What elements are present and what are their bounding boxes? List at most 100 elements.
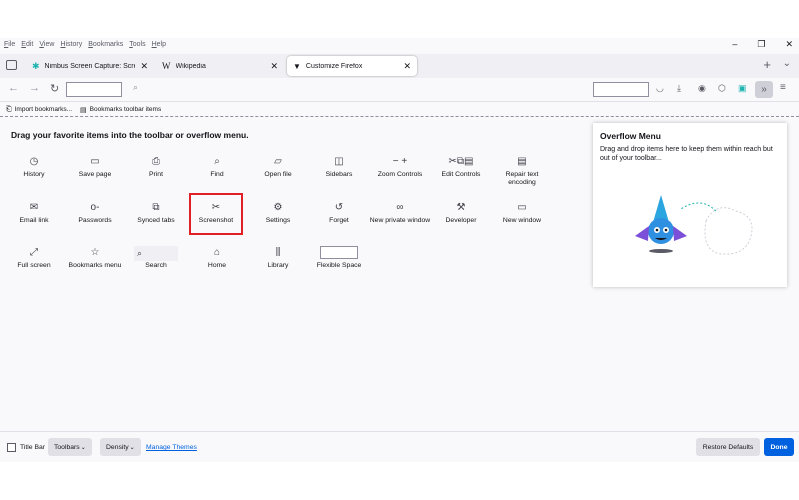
- item-label: Synced tabs: [137, 217, 175, 224]
- item-label: History: [23, 171, 45, 178]
- item-label: Full screen: [17, 262, 51, 269]
- done-button[interactable]: Done: [764, 438, 794, 456]
- forward-icon[interactable]: →: [29, 82, 40, 94]
- firefox-view-icon[interactable]: [6, 60, 17, 70]
- menu-tools[interactable]: Tools: [129, 41, 145, 48]
- palette-item-search[interactable]: ⌕ Search: [125, 246, 187, 270]
- account-icon[interactable]: ◉: [698, 83, 706, 94]
- palette-item-repair-text-encoding[interactable]: ▤ Repair text encoding: [491, 155, 553, 187]
- search-icon: ⌕: [214, 156, 220, 167]
- tab-title: Nimbus Screen Capture: Screens: [44, 62, 136, 70]
- edit-icon: ✂⧉▤: [448, 156, 474, 167]
- bookmark-star-icon: ☆: [90, 247, 100, 258]
- overflow-panel-description: Drag and drop items here to keep them wi…: [600, 146, 773, 162]
- menu-bookmarks[interactable]: Bookmarks: [88, 41, 123, 48]
- palette-item-forget[interactable]: ↺ Forget: [308, 201, 370, 225]
- flexible-space-box: [308, 246, 370, 260]
- library-icon: ⫼: [275, 247, 281, 258]
- item-label: Zoom Controls: [377, 171, 423, 178]
- close-tab-icon[interactable]: ✕: [140, 61, 148, 72]
- url-bar[interactable]: [66, 82, 122, 97]
- menu-file[interactable]: File: [4, 41, 15, 48]
- menu-help[interactable]: Help: [152, 41, 166, 48]
- item-label: Settings: [265, 217, 291, 224]
- toolbars-dropdown[interactable]: Toolbars ⌄: [48, 438, 92, 456]
- close-tab-icon[interactable]: ✕: [403, 61, 411, 72]
- palette-item-new-window[interactable]: ▭ New window: [491, 201, 553, 225]
- hamburger-menu-icon[interactable]: ≡: [780, 82, 786, 93]
- item-label: Screenshot: [198, 217, 234, 224]
- chevron-down-icon: ⌄: [129, 444, 135, 451]
- downloads-icon[interactable]: ⤓: [677, 83, 681, 94]
- extensions-icon[interactable]: ⬡: [718, 83, 726, 94]
- palette-item-edit-controls[interactable]: ✂⧉▤ Edit Controls: [430, 155, 492, 179]
- tab-nimbus[interactable]: ✱ Nimbus Screen Capture: Screens ✕: [26, 56, 154, 76]
- restore-button[interactable]: ❐: [757, 39, 765, 50]
- manage-themes-link[interactable]: Manage Themes: [146, 444, 197, 451]
- scissors-icon: ✂: [211, 202, 221, 213]
- restore-defaults-button[interactable]: Restore Defaults: [696, 438, 760, 456]
- mail-icon: ✉: [29, 202, 39, 213]
- synced-tabs-icon: ⧉: [152, 202, 160, 213]
- palette-item-save-page[interactable]: ▭ Save page: [64, 155, 126, 179]
- customize-heading: Drag your favorite items into the toolba…: [11, 130, 249, 140]
- chevron-down-icon: ⌄: [80, 444, 86, 451]
- search-bar[interactable]: [593, 82, 649, 97]
- palette-item-history[interactable]: ◷ History: [3, 155, 65, 179]
- navigation-toolbar: ← → ↻ ⌕ ◡ ⤓ ◉ ⬡ ▣ » ≡: [0, 78, 799, 102]
- bookmarks-toolbar-items[interactable]: ▤ Bookmarks toolbar items: [80, 106, 161, 114]
- item-label: Search: [145, 262, 167, 269]
- new-tab-button[interactable]: +: [763, 57, 771, 72]
- palette-item-settings[interactable]: ⚙ Settings: [247, 201, 309, 225]
- palette-item-zoom-controls[interactable]: − + Zoom Controls: [369, 155, 431, 179]
- tab-wikipedia[interactable]: W Wikipedia ✕: [156, 56, 284, 76]
- title-bar-checkbox[interactable]: [7, 443, 16, 452]
- overflow-menu-button[interactable]: »: [755, 81, 773, 98]
- reload-icon[interactable]: ↻: [50, 82, 59, 95]
- palette-item-email-link[interactable]: ✉ Email link: [3, 201, 65, 225]
- tab-title: Customize Firefox: [305, 62, 363, 70]
- density-dropdown[interactable]: Density ⌄: [100, 438, 141, 456]
- palette-item-home[interactable]: ⌂ Home: [186, 246, 248, 270]
- list-all-tabs-icon[interactable]: ⌄: [783, 58, 791, 69]
- item-label: Bookmarks menu: [68, 262, 122, 269]
- menu-view[interactable]: View: [39, 41, 54, 48]
- palette-item-synced-tabs[interactable]: ⧉ Synced tabs: [125, 201, 187, 225]
- import-bookmarks-label: Import bookmarks...: [14, 106, 73, 113]
- palette-item-find[interactable]: ⌕ Find: [186, 155, 248, 179]
- close-tab-icon[interactable]: ✕: [270, 61, 278, 72]
- pocket-icon[interactable]: ◡: [656, 83, 664, 94]
- palette-item-bookmarks-menu[interactable]: ☆ Bookmarks menu: [64, 246, 126, 270]
- back-icon[interactable]: ←: [8, 82, 19, 94]
- palette-item-new-private-window[interactable]: ∞ New private window: [369, 201, 431, 225]
- nimbus-extension-icon[interactable]: ▣: [738, 83, 747, 94]
- overflow-menu-panel[interactable]: Overflow Menu Drag and drop items here t…: [593, 123, 787, 287]
- customize-footer: Title Bar Toolbars ⌄ Density ⌄ Manage Th…: [0, 431, 799, 462]
- palette-item-full-screen[interactable]: ⤢ Full screen: [3, 246, 65, 270]
- item-label: New private window: [369, 217, 431, 224]
- palette-item-print[interactable]: ⎙ Print: [125, 155, 187, 179]
- item-label: New window: [502, 217, 542, 224]
- palette-item-flexible-space[interactable]: Flexible Space: [308, 246, 370, 270]
- palette-item-sidebars[interactable]: ◫ Sidebars: [308, 155, 370, 179]
- bookmarks-toolbar: ⎗ Import bookmarks... ▤ Bookmarks toolba…: [0, 103, 799, 117]
- menu-history[interactable]: History: [60, 41, 82, 48]
- window-controls: – ❐ ✕: [732, 39, 793, 50]
- menu-edit[interactable]: Edit: [21, 41, 33, 48]
- palette-item-passwords[interactable]: o‐ Passwords: [64, 201, 126, 225]
- palette-item-library[interactable]: ⫼ Library: [247, 246, 309, 270]
- wrench-icon: ⚒: [456, 202, 466, 213]
- close-window-button[interactable]: ✕: [785, 39, 793, 50]
- palette-item-open-file[interactable]: ▱ Open file: [247, 155, 309, 179]
- key-icon: o‐: [90, 202, 100, 213]
- palette-item-developer[interactable]: ⚒ Developer: [430, 201, 492, 225]
- item-label: Home: [207, 262, 227, 269]
- item-label: Developer: [445, 217, 477, 224]
- palette-item-screenshot[interactable]: ✂ Screenshot: [189, 193, 243, 235]
- minimize-button[interactable]: –: [732, 39, 737, 50]
- nimbus-icon: ✱: [32, 60, 40, 71]
- item-label: Repair text encoding: [505, 171, 539, 186]
- import-bookmarks[interactable]: ⎗ Import bookmarks...: [6, 106, 72, 114]
- tab-customize-firefox[interactable]: ▼ Customize Firefox ✕: [287, 56, 417, 76]
- item-label: Edit Controls: [441, 171, 481, 178]
